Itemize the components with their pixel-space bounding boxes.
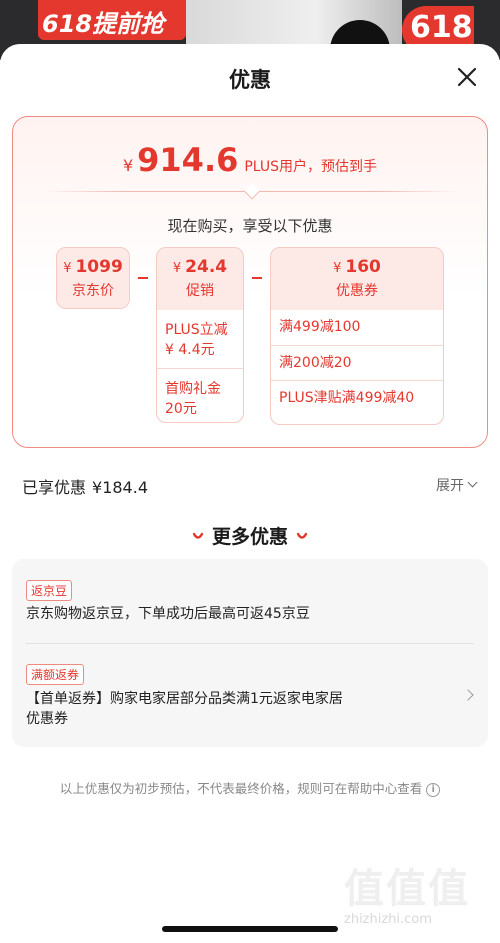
enjoyed-discount: 已享优惠 ¥184.4 [22,474,148,498]
minus-sign [252,277,262,279]
jd-price-label: 京东价 [72,283,114,299]
coupon-item: 满200减20 [271,345,443,380]
enjoyed-amount: ¥184.4 [92,478,148,497]
expand-label: 展开 [436,478,464,494]
coupon-box: ¥160 优惠券 满499减100 满200减20 PLUS津贴满499减40 [270,247,444,425]
home-indicator[interactable] [162,926,338,932]
promotion-box: ¥24.4 促销 PLUS立减 ¥ 4.4元 首购礼金 20元 [156,247,244,423]
estimated-amount: 914.6 [137,141,239,179]
promotion-label: 促销 [186,283,214,299]
more-discounts-heading: 更多优惠 [0,522,500,549]
minus-sign [138,277,148,279]
enjoyed-label: 已享优惠 [22,478,87,497]
estimated-note: PLUS用户，预估到手 [244,159,378,175]
promotion-detail-firstbuy: 首购礼金 20元 [157,368,243,422]
disclaimer-text: 以上优惠仅为初步预估，不代表最终价格，规则可在帮助中心查看 [59,781,423,796]
watermark-logo: 值值值 zhizhizhi.com [344,856,494,927]
promo-banner-text: 618提前抢 [42,10,165,38]
price-summary-card: ¥914.6 PLUS用户，预估到手 现在购买，享受以下优惠 ¥1099 京东价 … [12,116,488,448]
breakdown-subtitle: 现在购买，享受以下优惠 [167,217,333,235]
promotion-value: 24.4 [185,257,228,277]
more-discounts-panel: 返京豆 京东购物返京豆，下单成功后最高可返45京豆 满额返券 【首单返券】购家电… [12,559,488,747]
coupon-item: 满499减100 [279,319,361,335]
currency-symbol: ¥ [63,261,72,276]
jd-price-box: ¥1099 京东价 [56,247,130,309]
promo-text: 京东购物返京豆，下单成功后最高可返45京豆 [26,606,310,622]
chevron-right-icon [462,689,474,701]
promotion-head: ¥24.4 促销 [157,248,243,310]
currency-symbol: ¥ [172,261,182,276]
promo-text: 【首单返券】购家电家居部分品类满1元返家电家居 优惠券 [26,691,343,727]
promo-tag: 返京豆 [26,580,73,601]
sheet-title: 优惠 [229,68,271,92]
sheet-header: 优惠 [0,44,500,110]
smile-deco-icon [296,532,308,539]
watermark-glyphs: 值值值 [344,866,470,912]
estimated-price: ¥914.6 PLUS用户，预估到手 [13,141,487,179]
info-icon[interactable]: i [426,782,441,797]
coupon-item: PLUS津贴满499减40 [271,380,443,415]
expand-button[interactable]: 展开 [436,475,478,495]
jd-price-head: ¥1099 京东价 [57,248,129,308]
coupon-value: 160 [345,257,381,277]
disclaimer: 以上优惠仅为初步预估，不代表最终价格，规则可在帮助中心查看 i [0,778,500,797]
chevron-down-icon [467,477,478,488]
promo-divider [26,643,474,644]
promo-tag: 满额返券 [26,664,85,685]
jd-price-value: 1099 [75,257,123,277]
coupon-label: 优惠券 [336,283,378,299]
watermark-url: zhizhizhi.com [344,912,432,927]
smile-deco-icon [192,532,204,539]
more-discounts-title: 更多优惠 [211,526,288,548]
discount-sheet: 优惠 ¥914.6 PLUS用户，预估到手 现在购买，享受以下优惠 ¥1099 京… [0,44,500,943]
promotion-detail-plus: PLUS立减 ¥ 4.4元 [165,322,228,358]
close-icon[interactable] [454,64,480,90]
divider-pointer [243,182,261,200]
coupon-head: ¥160 优惠券 [271,248,443,310]
currency-symbol: ¥ [122,156,134,175]
currency-symbol: ¥ [333,261,342,276]
